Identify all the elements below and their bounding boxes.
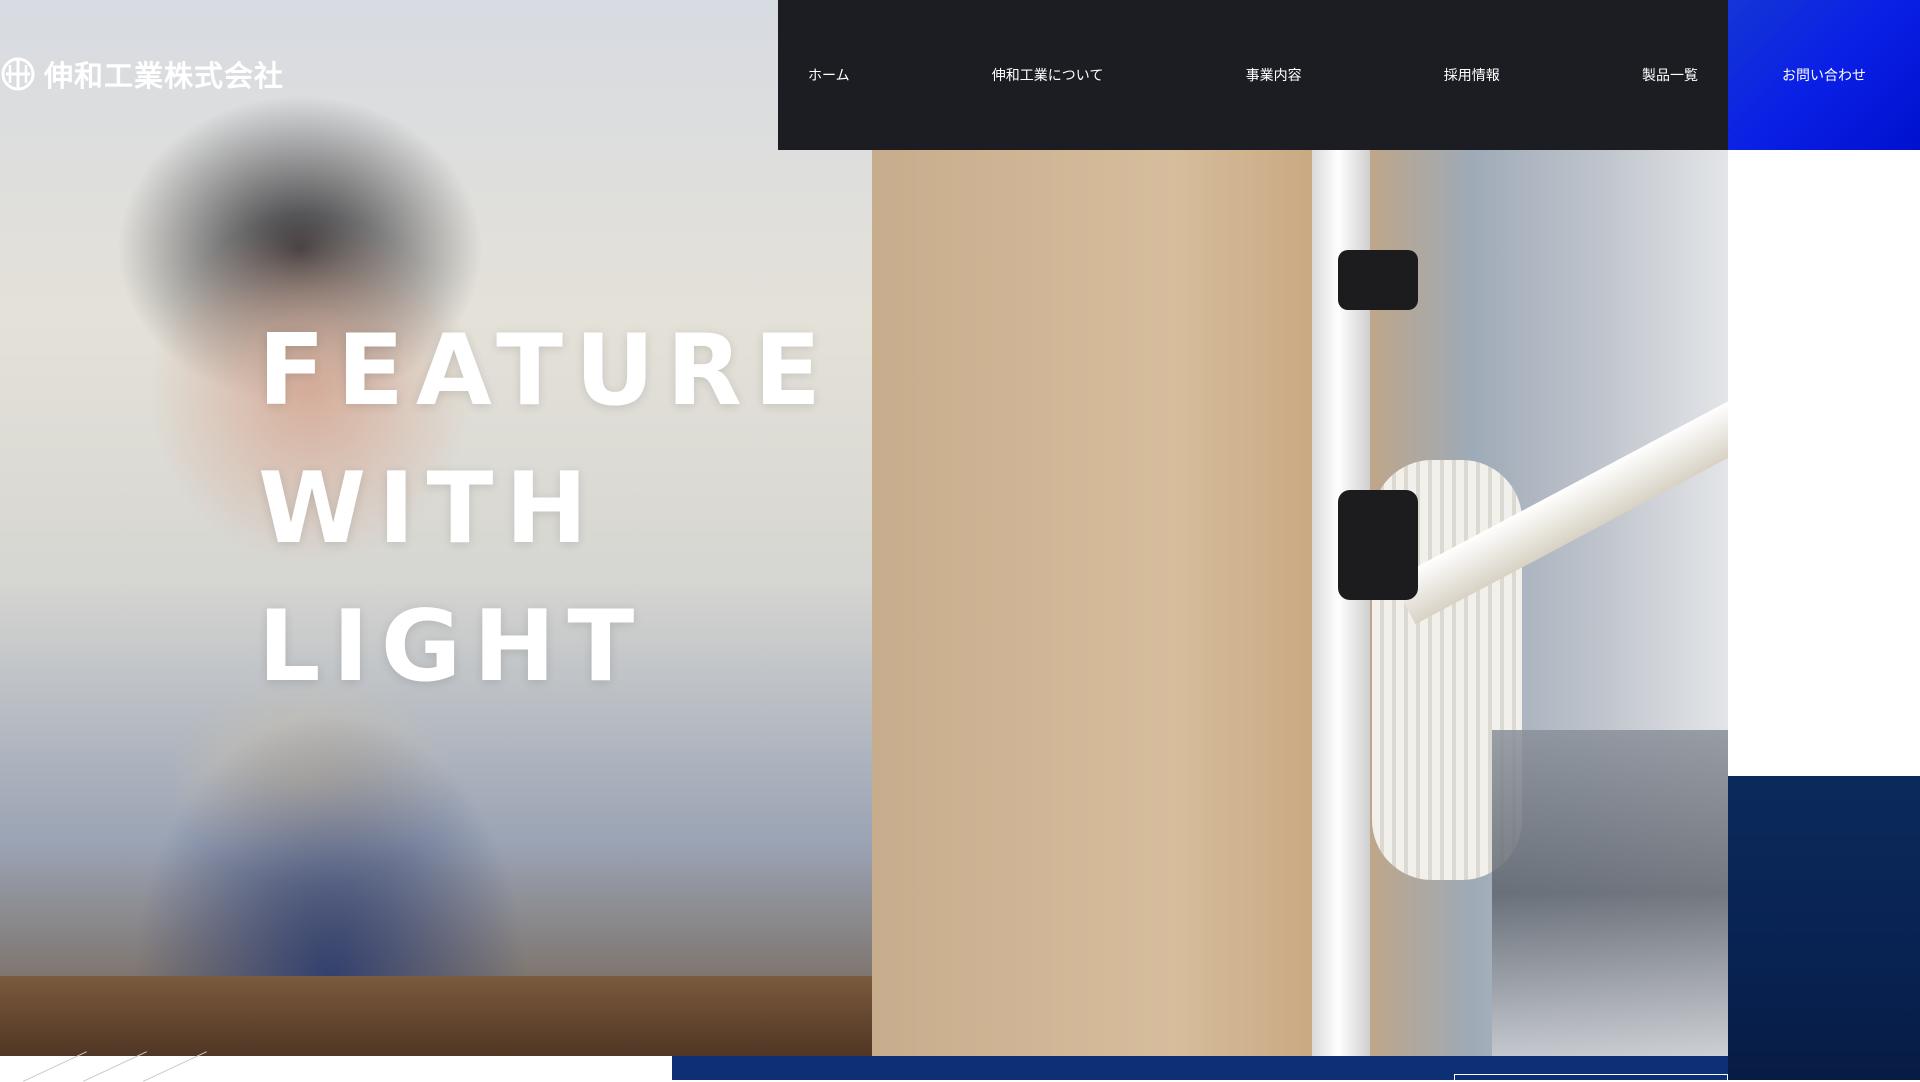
decor-line	[143, 1051, 207, 1082]
main-navigation: ホーム 伸和工業について 事業内容 採用情報 製品一覧	[778, 0, 1728, 150]
nav-item-home[interactable]: ホーム	[808, 65, 850, 85]
company-name: 伸和工業株式会社	[44, 59, 285, 93]
decor-line	[23, 1051, 87, 1082]
site-logo[interactable]: 伸和工業株式会社	[0, 50, 284, 98]
hero-title-line-1: FEATURE	[258, 314, 833, 428]
decor-line	[83, 1051, 147, 1082]
side-panel-navy	[1728, 776, 1920, 1080]
nav-item-recruit[interactable]: 採用情報	[1444, 65, 1500, 85]
hero-image-equipment	[872, 150, 1728, 1056]
nav-item-products[interactable]: 製品一覧	[1642, 65, 1698, 85]
hero-title-line-2: WITH	[258, 452, 600, 566]
hero-title: FEATURE WITH LIGHT	[258, 302, 833, 716]
bottom-outline-button[interactable]	[1454, 1074, 1728, 1080]
desk-surface	[0, 976, 872, 1056]
hero-title-line-3: LIGHT	[258, 590, 647, 704]
machine-background	[1492, 730, 1728, 1056]
contact-button[interactable]: お問い合わせ	[1728, 0, 1920, 150]
pipe-clamp-middle	[1338, 490, 1418, 600]
company-logo-icon	[1, 57, 35, 91]
nav-item-business[interactable]: 事業内容	[1246, 65, 1302, 85]
contact-button-label: お問い合わせ	[1782, 68, 1866, 84]
side-panel-white	[1728, 150, 1920, 776]
nav-item-about[interactable]: 伸和工業について	[992, 65, 1104, 85]
bottom-pattern-strip	[0, 1051, 672, 1082]
pipe-clamp-top	[1338, 250, 1418, 310]
